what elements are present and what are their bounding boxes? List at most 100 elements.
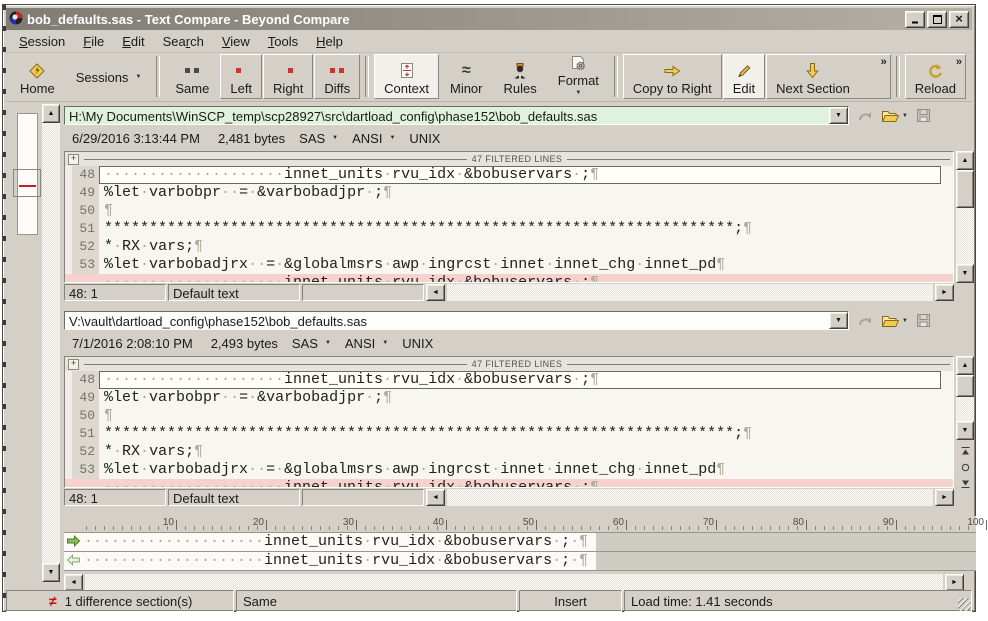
scroll-right-button[interactable]: ► — [945, 574, 964, 591]
scroll-track[interactable] — [956, 397, 974, 421]
menu-item-tools[interactable]: Tools — [259, 32, 307, 51]
format-dropdown-arrow[interactable]: ▼ — [332, 135, 338, 141]
browse-dropdown-arrow[interactable]: ▼ — [902, 318, 908, 324]
path-dropdown-button[interactable]: ▼ — [829, 312, 848, 329]
encoding-dropdown-arrow[interactable]: ▼ — [389, 135, 395, 141]
code-text[interactable]: %let·varbobadjrx··=·&globalmsrs·awp·ingr… — [99, 256, 953, 274]
file-encoding-select[interactable]: ANSI▼ — [352, 131, 395, 146]
scroll-track[interactable] — [42, 123, 60, 563]
code-line-50[interactable]: 50¶ — [65, 202, 953, 220]
minimize-button[interactable] — [905, 11, 925, 28]
horizontal-scroll-track[interactable] — [85, 574, 943, 591]
text-editor-pane[interactable]: + 47 FILTERED LINES 48··················… — [64, 151, 954, 283]
scroll-left-button[interactable]: ◄ — [426, 284, 445, 301]
expand-filtered-button[interactable]: + — [68, 154, 79, 165]
toolbar-button-left[interactable]: Left — [220, 54, 262, 99]
menu-item-file[interactable]: File — [74, 32, 113, 51]
menu-item-view[interactable]: View — [213, 32, 259, 51]
save-button[interactable] — [916, 313, 931, 328]
dropdown-arrow-icon[interactable]: ▼ — [575, 90, 581, 96]
dropdown-arrow-icon[interactable]: ▼ — [135, 74, 141, 80]
scroll-thumb[interactable] — [956, 375, 974, 397]
scroll-down-button[interactable]: ▼ — [956, 264, 974, 283]
file-path-text[interactable]: V:\vault\dartload_config\phase152\bob_de… — [65, 312, 829, 329]
scroll-thumb[interactable] — [956, 170, 974, 208]
file-format-select[interactable]: SAS▼ — [299, 131, 338, 146]
browse-folder-button[interactable]: ▼ — [881, 314, 908, 328]
code-text[interactable]: ¶ — [99, 407, 953, 425]
toolbar-button-reload[interactable]: Reload» — [905, 54, 966, 99]
toolbar-button-right[interactable]: Right — [263, 54, 313, 99]
scroll-up-button[interactable]: ▲ — [956, 356, 974, 375]
code-line-49[interactable]: 49%let·varbobpr··=·&varbobadjpr·;¶ — [65, 184, 953, 202]
code-line-53[interactable]: 53%let·varbobadjrx··=·&globalmsrs·awp·in… — [65, 461, 953, 479]
expand-filtered-button[interactable]: + — [68, 359, 79, 370]
scroll-track[interactable] — [956, 208, 974, 264]
toolbar-button-rules[interactable]: Rules — [494, 54, 547, 99]
toolbar-button-next-section[interactable]: Next Section» — [766, 54, 891, 99]
save-button[interactable] — [916, 108, 931, 123]
file-path-combobox[interactable]: V:\vault\dartload_config\phase152\bob_de… — [64, 311, 849, 330]
toolbar-button-minor[interactable]: ≈Minor — [440, 54, 493, 99]
code-line-51[interactable]: 51**************************************… — [65, 220, 953, 238]
scroll-down-button[interactable]: ▼ — [956, 421, 974, 440]
horizontal-scroll-track[interactable] — [447, 489, 933, 506]
browse-folder-button[interactable]: ▼ — [881, 109, 908, 123]
toolbar-button-home[interactable]: Home — [10, 54, 65, 99]
path-dropdown-button[interactable]: ▼ — [829, 107, 848, 124]
code-line-50[interactable]: 50¶ — [65, 407, 953, 425]
code-text[interactable]: *·RX·vars;¶ — [99, 443, 953, 461]
code-line-51[interactable]: 51**************************************… — [65, 425, 953, 443]
file-encoding-select[interactable]: ANSI▼ — [345, 336, 388, 351]
scroll-right-button[interactable]: ► — [935, 284, 954, 301]
next-difference-button[interactable] — [959, 477, 972, 490]
file-overview-thumbnail[interactable] — [13, 107, 40, 583]
code-text[interactable]: ****************************************… — [99, 425, 953, 443]
center-current-button[interactable] — [959, 461, 972, 474]
browse-dropdown-arrow[interactable]: ▼ — [902, 113, 908, 119]
text-editor-pane[interactable]: + 47 FILTERED LINES 48··················… — [64, 356, 954, 488]
file-format-select[interactable]: SAS▼ — [292, 336, 331, 351]
format-dropdown-arrow[interactable]: ▼ — [325, 340, 331, 346]
code-text[interactable]: ····················innet_units·rvu_idx·… — [99, 371, 941, 389]
toolbar-button-diffs[interactable]: Diffs — [314, 54, 360, 99]
code-text[interactable]: ****************************************… — [99, 220, 953, 238]
horizontal-scroll-track[interactable] — [447, 284, 933, 301]
scroll-right-button[interactable]: ► — [935, 489, 954, 506]
scroll-up-button[interactable]: ▲ — [42, 104, 60, 123]
close-button[interactable]: × — [949, 11, 969, 28]
toolbar-overflow-chevron[interactable]: » — [956, 56, 962, 68]
code-line-52[interactable]: 52*·RX·vars;¶ — [65, 238, 953, 256]
swap-button[interactable] — [857, 314, 873, 328]
code-text[interactable]: ¶ — [99, 202, 953, 220]
toolbar-button-same[interactable]: Same — [165, 54, 219, 99]
scroll-left-button[interactable]: ◄ — [64, 574, 83, 591]
menu-item-help[interactable]: Help — [307, 32, 352, 51]
toolbar-button-copy-to-right[interactable]: Copy to Right — [623, 54, 722, 99]
resize-grip[interactable] — [958, 598, 971, 611]
previous-difference-button[interactable] — [959, 445, 972, 458]
code-text[interactable]: %let·varbobadjrx··=·&globalmsrs·awp·ingr… — [99, 461, 953, 479]
toolbar-button-format[interactable]: Format▼ — [548, 54, 609, 99]
code-text[interactable]: ····················innet_units·rvu_idx·… — [99, 166, 941, 184]
scroll-left-button[interactable]: ◄ — [426, 489, 445, 506]
scroll-down-button[interactable]: ▼ — [42, 563, 60, 582]
code-text[interactable]: %let·varbobpr··=·&varbobadjpr·;¶ — [99, 389, 953, 407]
toolbar-button-context[interactable]: Context — [374, 54, 439, 99]
toolbar-overflow-chevron[interactable]: » — [881, 56, 887, 68]
menu-item-edit[interactable]: Edit — [113, 32, 153, 51]
encoding-dropdown-arrow[interactable]: ▼ — [382, 340, 388, 346]
code-line-48[interactable]: 48····················innet_units·rvu_id… — [65, 166, 953, 184]
code-line-53[interactable]: 53%let·varbobadjrx··=·&globalmsrs·awp·in… — [65, 256, 953, 274]
code-line-52[interactable]: 52*·RX·vars;¶ — [65, 443, 953, 461]
swap-button[interactable] — [857, 109, 873, 123]
code-text[interactable]: %let·varbobpr··=·&varbobadjpr·;¶ — [99, 184, 953, 202]
file-path-text[interactable]: H:\My Documents\WinSCP_temp\scp28927\src… — [65, 107, 829, 124]
scroll-up-button[interactable]: ▲ — [956, 151, 974, 170]
toolbar-button-sessions[interactable]: Sessions▼ — [66, 54, 152, 99]
maximize-button[interactable] — [927, 11, 947, 28]
code-text[interactable]: *·RX·vars;¶ — [99, 238, 953, 256]
code-line-48[interactable]: 48····················innet_units·rvu_id… — [65, 371, 953, 389]
file-path-combobox[interactable]: H:\My Documents\WinSCP_temp\scp28927\src… — [64, 106, 849, 125]
menu-item-search[interactable]: Search — [154, 32, 213, 51]
